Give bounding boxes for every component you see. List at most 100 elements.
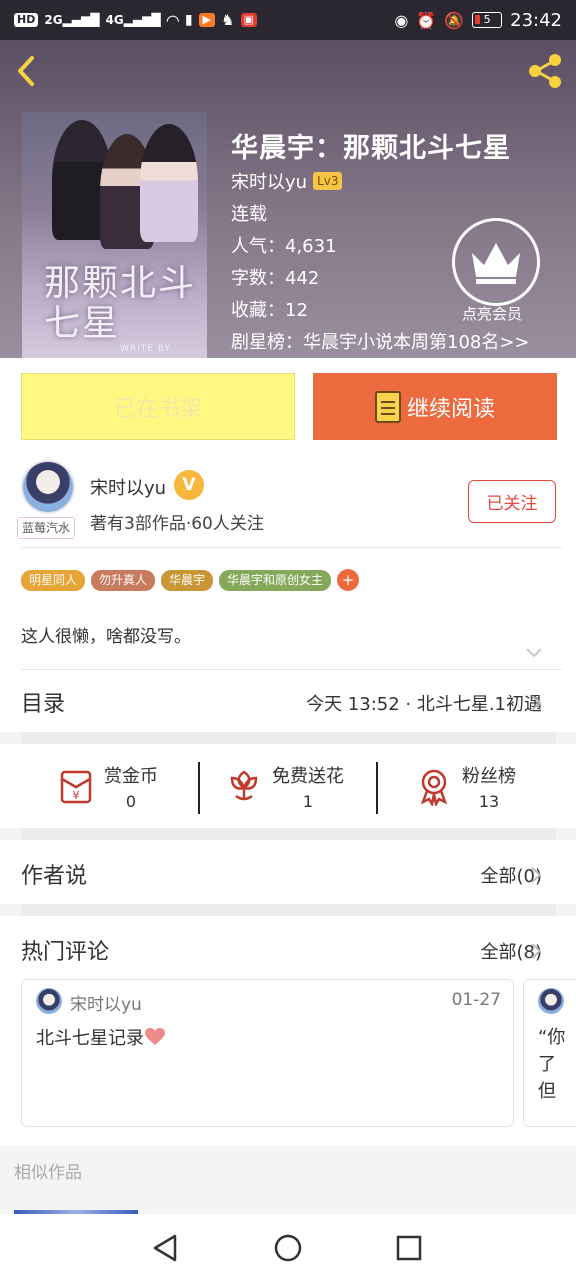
catalog-row[interactable]: 目录 今天 13:52 · 北斗七星.1初遇 — [0, 670, 576, 732]
similar-works-title: 相似作品 — [14, 1163, 82, 1183]
mute-icon: 🔕 — [444, 10, 465, 30]
expand-button[interactable] — [524, 645, 544, 659]
author-panel: 蓝莓汽水 宋时以yu V 著有3部作品·60人关注 已关注 明星同人 勿升真人 … — [0, 454, 576, 670]
comment-card[interactable]: “你了但 — [523, 979, 576, 1127]
system-nav-bar — [0, 1214, 576, 1280]
book-author-row[interactable]: 宋时以yu Lv3 — [231, 168, 343, 194]
vip-button[interactable] — [452, 218, 540, 306]
recents-nav-icon[interactable] — [391, 1230, 427, 1266]
divider — [198, 762, 200, 814]
comment-date: 01-27 — [451, 990, 501, 1010]
author-stats: 著有3部作品·60人关注 — [90, 514, 264, 534]
flower-icon — [230, 770, 258, 801]
comment-user: 宋时以yu — [70, 995, 142, 1015]
author-says-row[interactable]: 作者说 全部(0) — [0, 840, 576, 904]
divider — [21, 547, 562, 548]
reward-value: 1 — [302, 791, 314, 811]
share-icon — [529, 54, 561, 88]
signal-icon-2: 4G▂▄▆█ — [105, 13, 161, 27]
avatar — [36, 988, 62, 1014]
reward-value: 13 — [478, 791, 500, 811]
divider — [376, 762, 378, 814]
red-envelope-icon: ¥ — [60, 770, 92, 804]
status-bar: HD 2G▂▄▆█ 4G▂▄▆█ ◠ ▮ ▶ ♞ ▣ ◉ ⏰ 🔕 5 23:42 — [0, 0, 576, 40]
rewards-row: ¥ 赏金币 0 免费送花 1 粉丝榜 13 — [0, 744, 576, 828]
clock: 23:42 — [510, 9, 562, 31]
catalog-title: 目录 — [21, 692, 66, 717]
tag-item[interactable]: 勿升真人 — [91, 569, 156, 591]
avatar-tag: 蓝莓汽水 — [17, 517, 76, 539]
add-tag-button[interactable]: + — [337, 569, 360, 591]
tag-item[interactable]: 华晨宇 — [161, 569, 214, 591]
notification-icon: ▮ — [184, 12, 193, 28]
avatar[interactable] — [21, 460, 75, 514]
book-word-count: 字数：442 — [231, 268, 320, 289]
reward-label: 免费送花 — [272, 765, 344, 787]
book-status: 连载 — [231, 204, 267, 225]
reward-label: 赏金币 — [104, 765, 158, 787]
qq-icon: ♞ — [221, 11, 235, 29]
signal-icon-1: 2G▂▄▆█ — [44, 13, 100, 27]
reward-flowers[interactable]: 免费送花 1 — [224, 744, 344, 828]
reward-coins[interactable]: ¥ 赏金币 0 — [56, 744, 158, 828]
tag-item[interactable]: 华晨宇和原创女主 — [219, 569, 332, 591]
status-icons-left: HD 2G▂▄▆█ 4G▂▄▆█ ◠ ▮ ▶ ♞ ▣ — [14, 11, 257, 30]
book-author-name: 宋时以yu — [231, 172, 308, 193]
action-bar: 已在书架 继续阅读 — [0, 358, 576, 454]
heart-icon — [145, 1028, 165, 1045]
book-header: 那颗北斗七星 WRITE BY 华晨宇：那颗北斗七星 宋时以yu Lv3 连载 … — [0, 40, 576, 358]
back-nav-icon[interactable] — [147, 1230, 183, 1266]
reward-label: 粉丝榜 — [462, 765, 516, 787]
app-notification-icon: ▣ — [240, 13, 257, 27]
comment-body: 北斗七星记录 — [36, 1028, 144, 1049]
battery-icon: 5 — [472, 12, 503, 28]
cover-figure-3 — [140, 124, 198, 242]
tag-item[interactable]: 明星同人 — [21, 569, 86, 591]
crown-icon — [472, 243, 520, 284]
cover-subtitle: WRITE BY — [120, 344, 172, 354]
chevron-left-icon — [18, 56, 34, 86]
comment-card[interactable]: 宋时以yu 01-27 北斗七星记录 — [21, 979, 514, 1127]
section-gap — [21, 732, 556, 744]
eye-icon: ◉ — [394, 10, 409, 30]
chevron-right-icon — [531, 943, 542, 959]
alarm-icon: ⏰ — [416, 10, 437, 30]
back-button[interactable] — [12, 54, 42, 88]
share-button[interactable] — [526, 52, 564, 90]
cover-title: 那颗北斗七星 — [44, 263, 197, 344]
follow-button[interactable]: 已关注 — [468, 480, 556, 523]
book-cover[interactable]: 那颗北斗七星 WRITE BY — [22, 112, 207, 358]
verified-badge-icon: V — [174, 470, 204, 500]
reward-value: 0 — [125, 791, 137, 811]
svg-text:¥: ¥ — [73, 789, 80, 802]
wifi-icon: ◠ — [166, 10, 179, 30]
medal-icon — [420, 769, 448, 806]
continue-reading-button[interactable]: 继续阅读 — [313, 373, 557, 440]
chevron-down-icon — [526, 648, 542, 658]
home-nav-icon[interactable] — [270, 1230, 306, 1266]
book-favorites: 收藏：12 — [231, 300, 308, 321]
chevron-right-icon — [531, 867, 542, 883]
status-icons-right: ◉ ⏰ 🔕 5 23:42 — [394, 10, 562, 31]
hd-indicator: HD — [14, 13, 39, 27]
bookshelf-button[interactable]: 已在书架 — [21, 373, 295, 440]
book-icon — [374, 390, 401, 423]
author-level-badge: Lv3 — [313, 172, 343, 190]
hot-comments-section: 热门评论 全部(8) 宋时以yu 01-27 北斗七星记录 “你了但 — [0, 916, 576, 1146]
latest-chapter: 今天 13:52 · 北斗七星.1初遇 — [306, 694, 542, 715]
tag-list: 明星同人 勿升真人 华晨宇 华晨宇和原创女主 + — [21, 569, 360, 591]
book-title: 华晨宇：那颗北斗七星 — [231, 133, 511, 164]
ranking-link[interactable]: 剧星榜：华晨宇小说本周第108名>> — [231, 328, 530, 354]
reward-fans[interactable]: 粉丝榜 13 — [414, 744, 516, 828]
comment-text: 北斗七星记录 — [36, 1024, 166, 1050]
comment-text: “你了但 — [538, 1027, 566, 1102]
author-name[interactable]: 宋时以yu — [90, 474, 166, 500]
video-app-icon: ▶ — [198, 13, 216, 27]
book-popularity: 人气：4,631 — [231, 236, 337, 257]
avatar — [538, 988, 564, 1014]
hot-comments-title: 热门评论 — [21, 940, 110, 965]
author-bio: 这人很懒，啥都没写。 — [21, 627, 191, 647]
chevron-right-icon — [531, 695, 542, 711]
continue-reading-label: 继续阅读 — [406, 396, 495, 422]
section-gap — [21, 828, 556, 840]
